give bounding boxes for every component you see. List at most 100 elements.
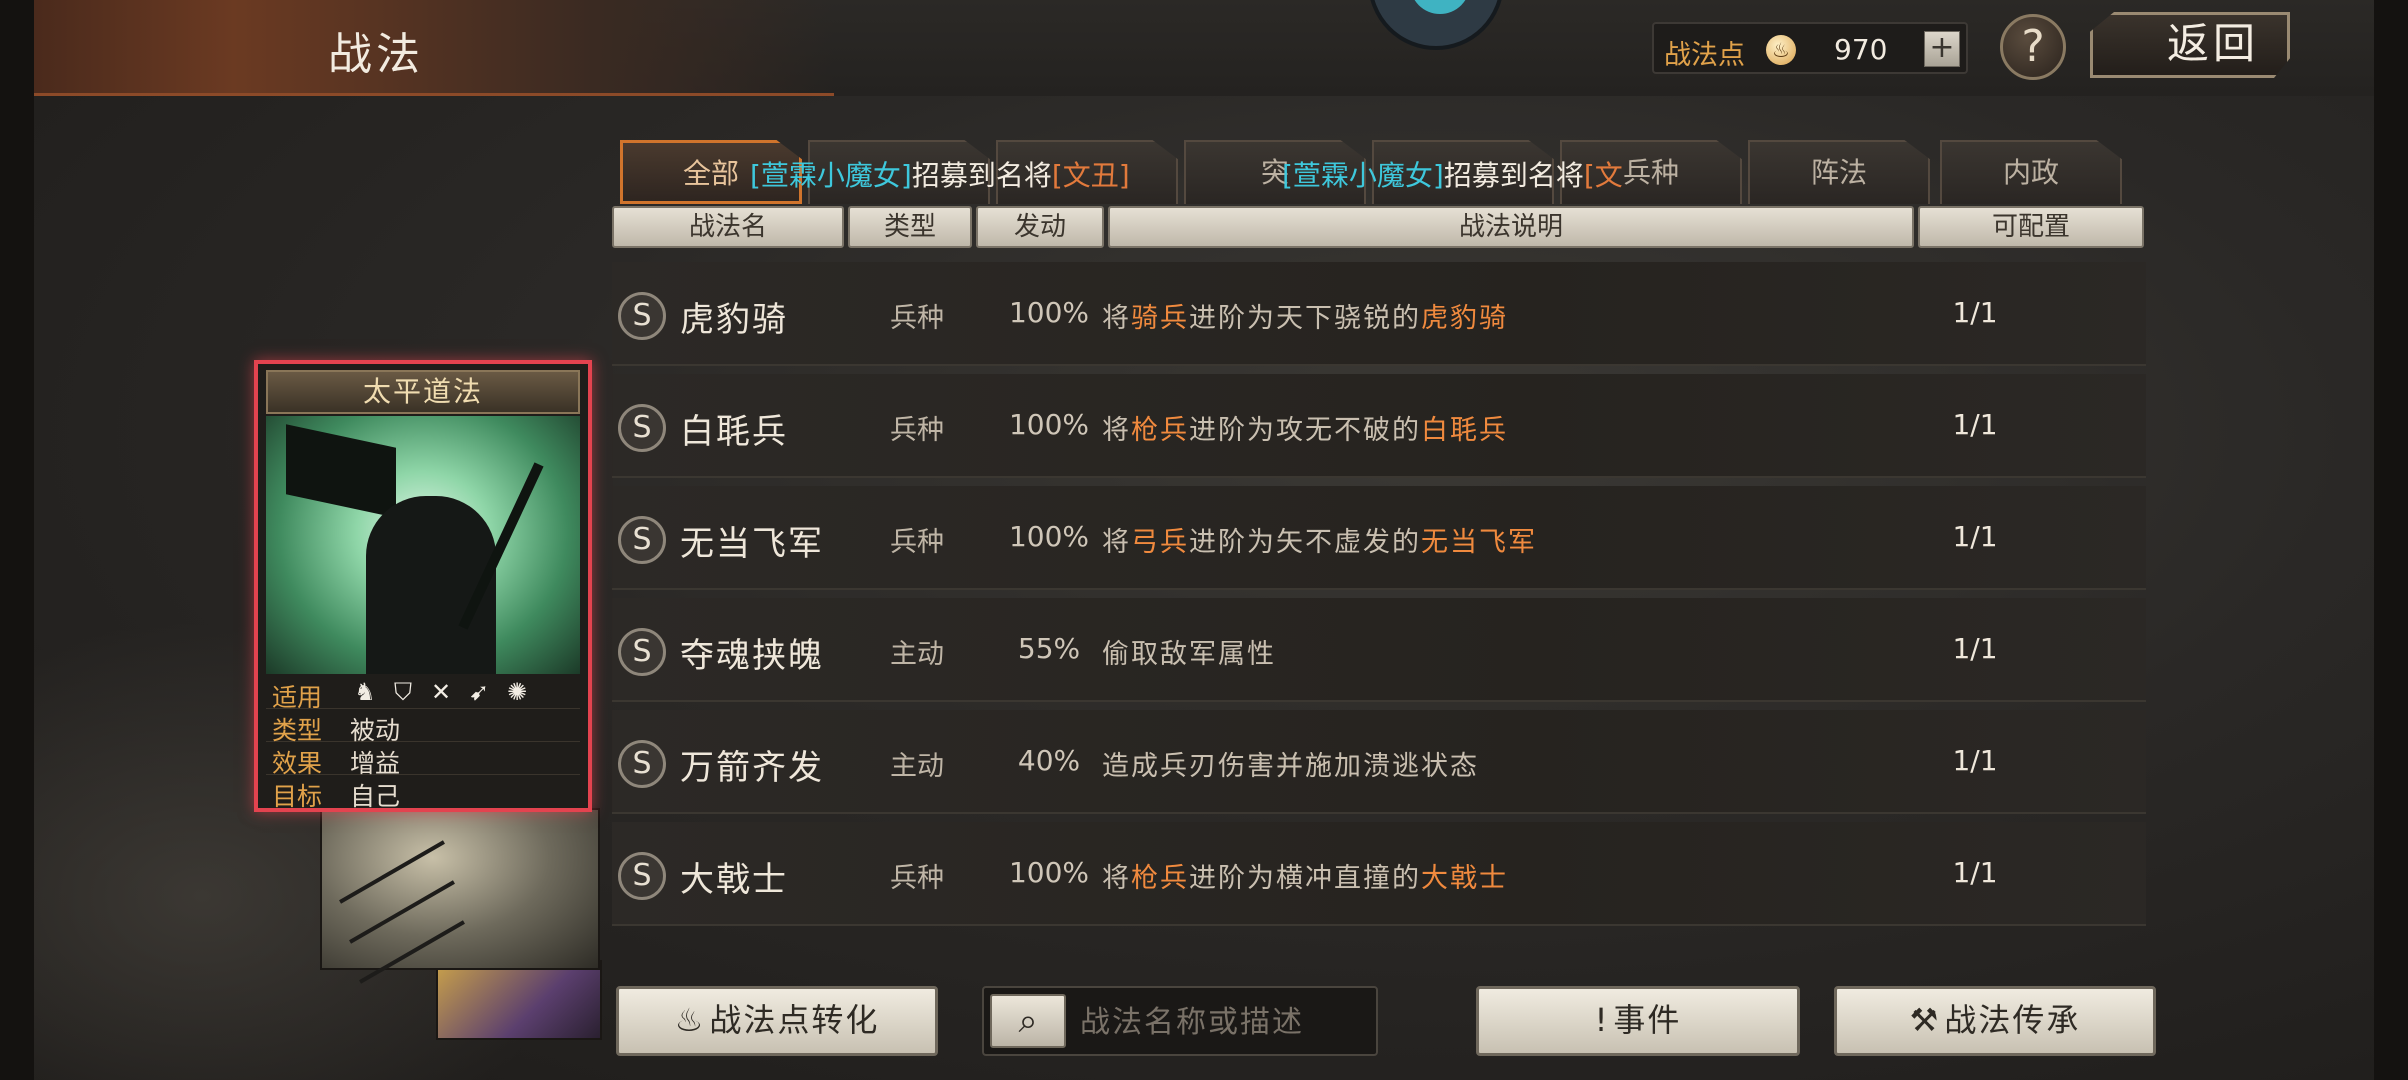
tab-internal[interactable]: 内政	[1940, 140, 2122, 204]
desc-text: 将	[1102, 527, 1131, 558]
selected-skill-card[interactable]: 太平道法 适用 ♞ ⛉ ✕ ➹ ✺ 类型 被动 效果 增益 目标 自己	[254, 360, 592, 812]
table-header: 战法名 类型 发动 战法说明 可配置	[612, 206, 2146, 248]
col-desc: 战法说明	[1108, 206, 1914, 248]
desc-highlight: 弓兵	[1131, 527, 1189, 558]
title-banner	[34, 0, 834, 96]
table-row[interactable]: S 无当飞军 兵种 100% 将弓兵进阶为矢不虚发的无当飞军 1/1	[612, 486, 2146, 590]
card-title: 太平道法	[266, 370, 580, 414]
desc-text: 将	[1102, 863, 1131, 894]
page-title: 战法	[328, 29, 424, 80]
back-button[interactable]: 返回	[2090, 12, 2290, 78]
target-label: 目标	[272, 782, 323, 811]
desc-highlight: 枪兵	[1131, 415, 1189, 446]
skill-points-icon: ♨	[1766, 35, 1796, 65]
add-points-button[interactable]: +	[1924, 31, 1960, 67]
skill-desc: 将枪兵进阶为攻无不破的白毦兵	[1102, 408, 1508, 447]
grade-badge: S	[618, 628, 666, 676]
desc-highlight: 枪兵	[1131, 863, 1189, 894]
announcement-player: [萱霖小魔女]	[750, 159, 912, 192]
inherit-skill-label: 战法传承	[1944, 1001, 2081, 1039]
skill-card-stack-middle[interactable]	[320, 808, 600, 984]
skill-slots: 1/1	[1952, 744, 1998, 777]
desc-text: 进阶为天下骁锐的	[1189, 303, 1421, 334]
skill-name: 白毦兵	[680, 412, 788, 452]
skill-points-label: 战法点	[1664, 40, 1745, 71]
skill-slots: 1/1	[1952, 632, 1998, 665]
inherit-skill-button[interactable]: ⚒ 战法传承	[1834, 986, 2156, 1056]
skill-desc: 将骑兵进阶为天下骁锐的虎豹骑	[1102, 296, 1508, 335]
spear-icon: ➹	[468, 678, 490, 706]
skill-rate: 100%	[1008, 856, 1090, 889]
desc-text: 偷取敌军属性	[1102, 639, 1276, 670]
grade-badge: S	[618, 740, 666, 788]
skill-slots: 1/1	[1952, 856, 1998, 889]
announcement-player: [萱霖小魔女]	[1282, 159, 1444, 192]
skill-name: 夺魂挟魄	[680, 636, 824, 676]
table-row[interactable]: S 白毦兵 兵种 100% 将枪兵进阶为攻无不破的白毦兵 1/1	[612, 374, 2146, 478]
skill-desc: 将弓兵进阶为矢不虚发的无当飞军	[1102, 520, 1537, 559]
alert-icon: !	[1594, 1001, 1610, 1039]
search-box: ⌕	[982, 986, 1378, 1056]
grade-badge: S	[618, 404, 666, 452]
announcement-text: 招募到名将	[1443, 159, 1584, 192]
skill-name: 无当飞军	[680, 524, 824, 564]
desc-highlight: 虎豹骑	[1421, 303, 1508, 334]
event-button[interactable]: ! 事件	[1476, 986, 1800, 1056]
tab-formation[interactable]: 阵法	[1748, 140, 1930, 204]
convert-points-button[interactable]: ♨ 战法点转化	[616, 986, 938, 1056]
bow-icon: ✕	[430, 678, 452, 706]
desc-highlight: 白毦兵	[1421, 415, 1508, 446]
skill-slots: 1/1	[1952, 408, 1998, 441]
card-info: 适用 ♞ ⛉ ✕ ➹ ✺ 类型 被动 效果 增益 目标 自己	[266, 676, 580, 811]
table-row[interactable]: S 万箭齐发 主动 40% 造成兵刃伤害并施加溃逃状态 1/1	[612, 710, 2146, 814]
col-rate[interactable]: 发动	[976, 206, 1104, 248]
skill-name: 虎豹骑	[680, 300, 788, 340]
skill-desc: 造成兵刃伤害并施加溃逃状态	[1102, 744, 1479, 783]
table-row[interactable]: S 大戟士 兵种 100% 将枪兵进阶为横冲直撞的大戟士 1/1	[612, 822, 2146, 926]
wheel-icon: ✺	[506, 678, 528, 706]
skill-card-stack-back[interactable]	[436, 960, 602, 1040]
card-artwork	[266, 416, 580, 674]
search-input[interactable]	[1080, 996, 1370, 1048]
table-row[interactable]: S 夺魂挟魄 主动 55% 偷取敌军属性 1/1	[612, 598, 2146, 702]
skill-name: 万箭齐发	[680, 748, 824, 788]
skill-slots: 1/1	[1952, 520, 1998, 553]
desc-highlight: 大戟士	[1421, 863, 1508, 894]
left-frame	[0, 0, 34, 1080]
announcement-text: 招募到名将	[911, 159, 1052, 192]
desc-text: 进阶为攻无不破的	[1189, 415, 1421, 446]
col-name[interactable]: 战法名	[612, 206, 844, 248]
right-frame	[2374, 0, 2408, 1080]
desc-highlight: 无当飞军	[1421, 527, 1537, 558]
col-type[interactable]: 类型	[848, 206, 972, 248]
skill-rate: 100%	[1008, 408, 1090, 441]
grade-badge: S	[618, 292, 666, 340]
skill-type: 主动	[890, 751, 944, 782]
shield-icon: ⛉	[394, 678, 412, 706]
skill-list: S 虎豹骑 兵种 100% 将骑兵进阶为天下骁锐的虎豹骑 1/1 S 白毦兵 兵…	[612, 262, 2146, 962]
skill-type: 兵种	[890, 863, 944, 894]
col-slots[interactable]: 可配置	[1918, 206, 2144, 248]
desc-text: 将	[1102, 303, 1131, 334]
skill-rate: 100%	[1008, 520, 1090, 553]
skill-name: 大戟士	[680, 860, 788, 900]
skill-points-value: 970	[1834, 33, 1888, 66]
announcement-2: [萱霖小魔女]招募到名将[文	[1282, 154, 1623, 194]
applies-icons: ♞ ⛉ ✕ ➹ ✺	[350, 678, 540, 706]
skill-rate: 40%	[1017, 744, 1081, 777]
skill-desc: 将枪兵进阶为横冲直撞的大戟士	[1102, 856, 1508, 895]
search-icon[interactable]: ⌕	[990, 994, 1066, 1048]
desc-text: 将	[1102, 415, 1131, 446]
table-row[interactable]: S 虎豹骑 兵种 100% 将骑兵进阶为天下骁锐的虎豹骑 1/1	[612, 262, 2146, 366]
skill-type: 兵种	[890, 415, 944, 446]
target-value: 自己	[350, 782, 401, 811]
desc-text: 进阶为横冲直撞的	[1189, 863, 1421, 894]
skill-type: 主动	[890, 639, 944, 670]
points-icon: ♨	[674, 1001, 706, 1039]
skill-desc: 偷取敌军属性	[1102, 632, 1276, 671]
skill-rate: 100%	[1008, 296, 1090, 329]
event-label: 事件	[1613, 1001, 1682, 1039]
desc-text: 造成兵刃伤害并施加溃逃状态	[1102, 751, 1479, 782]
skill-slots: 1/1	[1952, 296, 1998, 329]
help-button[interactable]: ?	[2000, 14, 2066, 80]
